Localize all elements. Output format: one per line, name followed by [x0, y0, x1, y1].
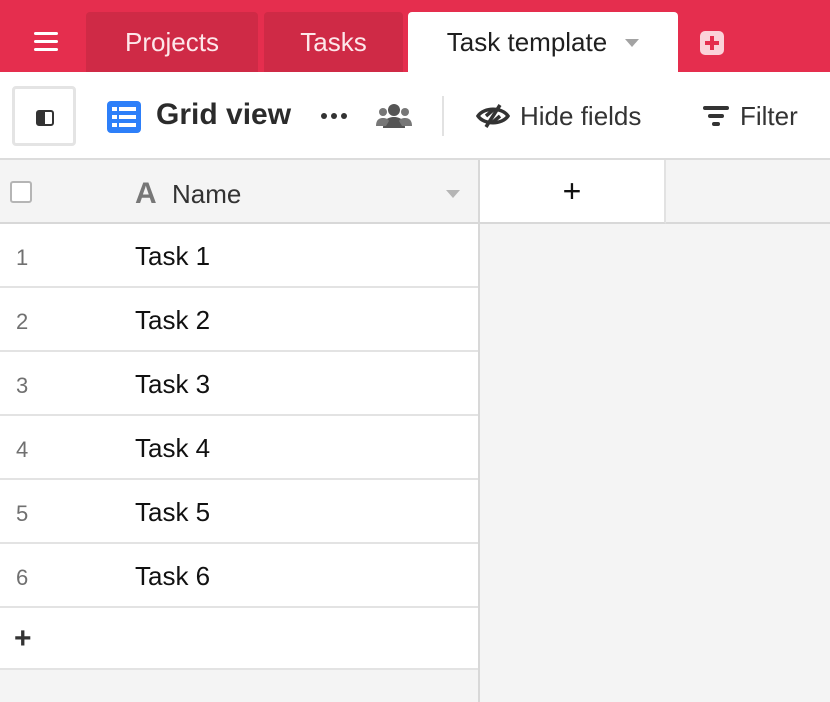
hide-fields-icon	[476, 104, 510, 128]
collaborators-icon[interactable]	[376, 100, 412, 132]
sidebar-toggle-button[interactable]	[12, 86, 76, 146]
name-cell[interactable]: Task 4	[135, 433, 210, 464]
row-number: 3	[16, 373, 29, 398]
tab-label: Projects	[125, 26, 219, 57]
table-row[interactable]: 5 Task 5	[0, 480, 478, 544]
row-number: 2	[16, 309, 29, 334]
tab-tasks[interactable]: Tasks	[264, 12, 403, 72]
tab-task-template[interactable]: Task template	[408, 12, 678, 72]
more-options-icon[interactable]	[318, 110, 350, 122]
tab-projects[interactable]: Projects	[86, 12, 258, 72]
table-row[interactable]: 4 Task 4	[0, 416, 478, 480]
row-number: 5	[16, 501, 29, 526]
table-row[interactable]: 3 Task 3	[0, 352, 478, 416]
hide-fields-button[interactable]: Hide fields	[476, 96, 641, 136]
tab-dropdown-caret-icon[interactable]	[625, 39, 640, 47]
table-row[interactable]: 6 Task 6	[0, 544, 478, 608]
name-cell[interactable]: Task 3	[135, 369, 210, 400]
name-cell[interactable]: Task 1	[135, 241, 210, 272]
hide-fields-label: Hide fields	[520, 100, 642, 131]
view-name[interactable]: Grid view	[156, 98, 291, 132]
name-cell[interactable]: Task 2	[135, 305, 210, 336]
name-cell[interactable]: Task 6	[135, 561, 210, 592]
add-row-plus-icon: +	[14, 622, 32, 655]
tab-label: Task template	[446, 26, 608, 57]
select-all-checkbox[interactable]	[10, 181, 32, 203]
row-number: 6	[16, 565, 29, 590]
field-header-name[interactable]: Name	[172, 179, 241, 210]
grid-header: A Name	[0, 160, 478, 224]
filter-label: Filter	[740, 100, 798, 131]
add-table-icon[interactable]	[700, 31, 724, 55]
filter-button[interactable]: Filter	[702, 96, 798, 136]
field-menu-caret-icon[interactable]	[446, 190, 460, 198]
row-number: 1	[16, 245, 29, 270]
table-row[interactable]: 1 Task 1	[0, 224, 478, 288]
name-cell[interactable]: Task 5	[135, 497, 210, 528]
grid-view-icon	[107, 101, 141, 133]
add-row-button[interactable]: +	[0, 608, 478, 670]
grid-header-empty	[666, 160, 830, 224]
row-number: 4	[16, 437, 29, 462]
grid-left-pane: A Name 1 Task 1 2 Task 2 3 Task 3 4 Task…	[0, 160, 480, 702]
text-field-type-icon: A	[135, 177, 157, 210]
hamburger-menu-icon[interactable]	[28, 24, 64, 60]
table-row[interactable]: 2 Task 2	[0, 288, 478, 352]
toolbar-divider	[442, 96, 444, 136]
add-field-plus-icon: +	[562, 172, 582, 209]
tab-bar: Projects Tasks Task template	[0, 0, 830, 72]
filter-icon	[703, 106, 729, 126]
sidebar-panel-icon	[36, 110, 54, 126]
add-field-button[interactable]: +	[480, 160, 666, 224]
view-toolbar: Grid view Hide fields Filter	[0, 72, 830, 160]
tab-label: Tasks	[300, 26, 367, 57]
